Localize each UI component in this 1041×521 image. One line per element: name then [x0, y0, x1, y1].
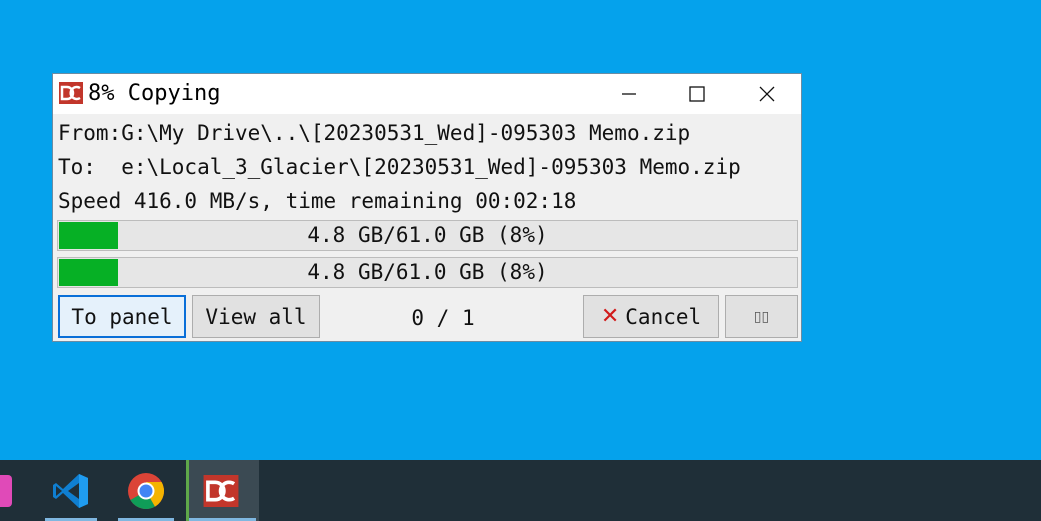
double-commander-icon: [59, 82, 83, 104]
maximize-button[interactable]: [674, 74, 720, 114]
minimize-button[interactable]: [606, 74, 652, 114]
vscode-icon: [53, 474, 88, 508]
operation-counter: 0 / 1: [411, 306, 475, 330]
taskbar-vscode[interactable]: [45, 460, 97, 521]
maximize-icon: [689, 86, 705, 102]
pause-button[interactable]: ▯▯: [725, 295, 798, 338]
file-progress-bar: 4.8 GB/61.0 GB (8%): [57, 220, 798, 251]
speed-status: Speed 416.0 MB/s, time remaining 00:02:1…: [58, 189, 577, 213]
destination-path: To: e:\Local_3_Glacier\[20230531_Wed]-09…: [58, 155, 741, 179]
pause-icon: ▯▯: [753, 308, 770, 325]
taskbar-chrome[interactable]: [118, 460, 174, 521]
cancel-label: Cancel: [625, 304, 702, 329]
cancel-button[interactable]: ✕ Cancel: [583, 295, 719, 338]
to-panel-button[interactable]: To panel: [58, 295, 186, 338]
close-icon: [759, 86, 775, 102]
view-all-button[interactable]: View all: [192, 295, 320, 338]
close-button[interactable]: [744, 74, 790, 114]
cancel-x-icon: ✕: [600, 304, 620, 329]
minimize-icon: [622, 93, 636, 95]
window-title: 8% Copying: [88, 81, 221, 106]
taskbar: [0, 460, 1041, 521]
double-commander-icon: [203, 475, 239, 507]
copy-dialog: 8% Copying From:G:\My Drive\..\[20230531…: [52, 73, 802, 342]
file-progress-text: 4.8 GB/61.0 GB (8%): [307, 223, 548, 247]
chrome-icon: [128, 473, 165, 510]
app-icon: [0, 475, 12, 507]
total-progress-bar: 4.8 GB/61.0 GB (8%): [57, 257, 798, 288]
total-progress-text: 4.8 GB/61.0 GB (8%): [307, 260, 548, 284]
title-bar[interactable]: 8% Copying: [53, 74, 801, 114]
taskbar-app[interactable]: [0, 460, 20, 521]
taskbar-double-commander[interactable]: [186, 460, 259, 521]
source-path: From:G:\My Drive\..\[20230531_Wed]-09530…: [58, 121, 691, 145]
